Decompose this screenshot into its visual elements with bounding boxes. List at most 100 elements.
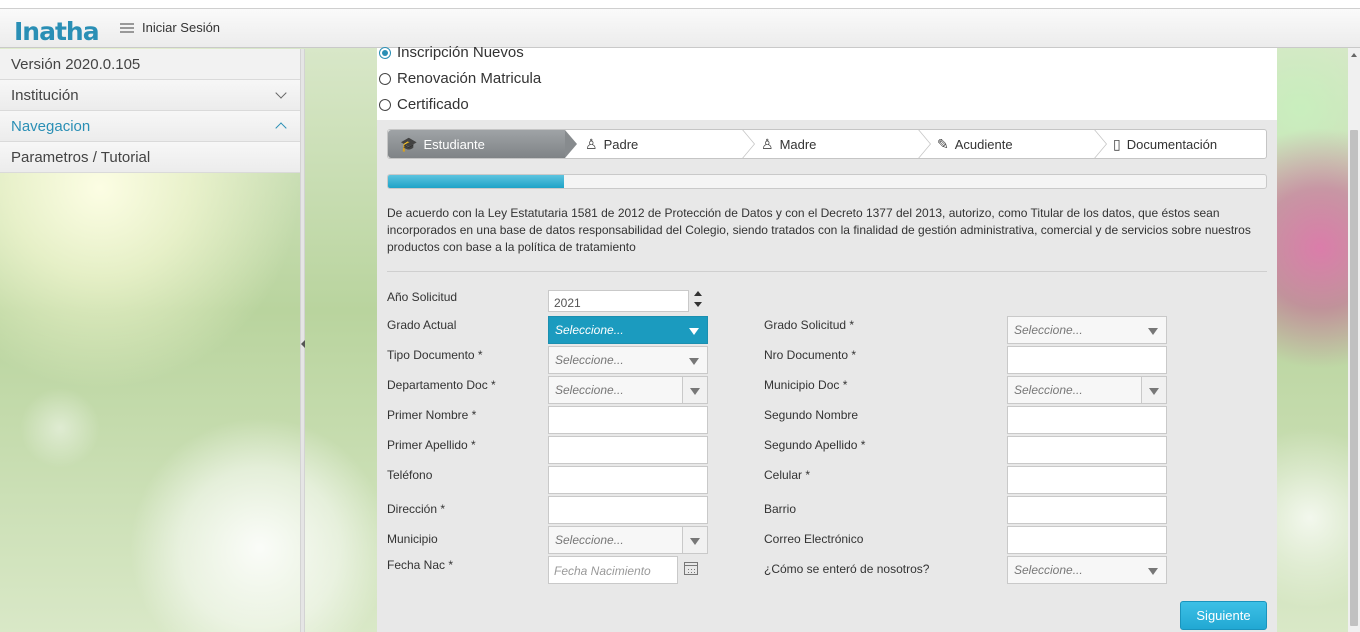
option-label: Inscripción Nuevos bbox=[397, 44, 524, 61]
dropdown-arrow-icon bbox=[1148, 568, 1158, 575]
tab-estudiante[interactable]: 🎓 Estudiante bbox=[388, 130, 577, 158]
dropdown-arrow-icon bbox=[1148, 328, 1158, 335]
step-divider bbox=[740, 130, 752, 158]
option-certificado[interactable]: Certificado bbox=[379, 96, 469, 113]
tipo-documento-label: Tipo Documento * bbox=[387, 348, 483, 362]
divider bbox=[387, 271, 1267, 272]
option-label: Renovación Matricula bbox=[397, 70, 542, 87]
option-renovacion-matricula[interactable]: Renovación Matricula bbox=[379, 70, 541, 87]
direccion-label: Dirección * bbox=[387, 502, 446, 516]
telefono-label: Teléfono bbox=[387, 468, 433, 482]
barrio-input[interactable] bbox=[1007, 496, 1167, 524]
scroll-up-arrow-icon[interactable] bbox=[1351, 53, 1357, 57]
grado-actual-label: Grado Actual bbox=[387, 318, 457, 332]
option-inscripcion-nuevos[interactable]: Inscripción Nuevos bbox=[379, 44, 524, 61]
radio-icon[interactable] bbox=[379, 98, 391, 111]
fecha-nac-label: Fecha Nac * bbox=[387, 558, 454, 572]
hamburger-icon[interactable] bbox=[120, 22, 134, 33]
app-logo[interactable]: Inatha bbox=[14, 19, 100, 44]
enrollment-type-group: Inscripción Nuevos Renovación Matricula … bbox=[377, 44, 1277, 120]
dropdown-arrow-icon bbox=[689, 328, 699, 335]
tab-madre[interactable]: ♙ Madre bbox=[741, 130, 917, 158]
progress-bar bbox=[387, 174, 1267, 189]
grado-solicitud-label: Grado Solicitud * bbox=[764, 318, 855, 332]
correo-label: Correo Electrónico bbox=[764, 532, 864, 546]
nro-documento-label: Nro Documento * bbox=[764, 348, 857, 362]
user-icon: ♙ bbox=[585, 135, 598, 152]
departamento-doc-select[interactable]: Seleccione... bbox=[548, 376, 708, 404]
fecha-nac-input[interactable]: Fecha Nacimiento bbox=[548, 556, 678, 584]
chevron-up-icon bbox=[275, 122, 287, 134]
collapse-arrow-icon[interactable] bbox=[301, 340, 305, 348]
barrio-label: Barrio bbox=[764, 502, 797, 516]
step-label: Padre bbox=[603, 136, 639, 152]
dropdown-arrow-icon bbox=[690, 538, 700, 545]
dropdown-arrow-icon bbox=[690, 388, 700, 395]
select-value: Seleccione... bbox=[1014, 323, 1083, 337]
dropdown-arrow-icon bbox=[1149, 388, 1159, 395]
sidebar-item-label: Parametros / Tutorial bbox=[11, 148, 151, 166]
segundo-nombre-label: Segundo Nombre bbox=[764, 408, 859, 422]
step-label: Estudiante bbox=[423, 136, 485, 152]
top-bar: Inatha Iniciar Sesión bbox=[0, 8, 1360, 48]
spin-down-icon bbox=[694, 302, 702, 307]
year-spinner[interactable] bbox=[694, 289, 704, 311]
nro-documento-input[interactable] bbox=[1007, 346, 1167, 374]
tipo-documento-select[interactable]: Seleccione... bbox=[548, 346, 708, 374]
celular-input[interactable] bbox=[1007, 466, 1167, 494]
select-value: Seleccione... bbox=[1014, 563, 1083, 577]
dropdown-arrow-icon bbox=[689, 358, 699, 365]
graduation-cap-icon: 🎓 bbox=[400, 135, 418, 152]
segundo-apellido-label: Segundo Apellido * bbox=[764, 438, 866, 452]
data-protection-notice: De acuerdo con la Ley Estatutaria 1581 d… bbox=[387, 206, 1251, 254]
option-label: Certificado bbox=[397, 96, 469, 113]
vertical-scrollbar[interactable] bbox=[1348, 48, 1360, 632]
step-divider bbox=[916, 130, 928, 158]
grado-solicitud-select[interactable]: Seleccione... bbox=[1007, 316, 1167, 344]
form-panel: 🎓 Estudiante ♙ Padre ♙ Madre ✎ Acudiente… bbox=[377, 120, 1277, 632]
primer-apellido-input[interactable] bbox=[548, 436, 708, 464]
select-value: Seleccione... bbox=[555, 383, 624, 397]
sidebar-splitter[interactable] bbox=[300, 49, 305, 632]
scroll-thumb[interactable] bbox=[1350, 130, 1358, 626]
wizard-steps: 🎓 Estudiante ♙ Padre ♙ Madre ✎ Acudiente… bbox=[387, 129, 1267, 159]
radio-checked-icon[interactable] bbox=[379, 46, 391, 59]
select-value: Seleccione... bbox=[555, 323, 624, 337]
login-link[interactable]: Iniciar Sesión bbox=[142, 20, 220, 35]
correo-input[interactable] bbox=[1007, 526, 1167, 554]
municipio-select[interactable]: Seleccione... bbox=[548, 526, 708, 554]
sidebar-item-label: Institución bbox=[11, 86, 79, 104]
segundo-apellido-input[interactable] bbox=[1007, 436, 1167, 464]
step-label: Acudiente bbox=[954, 136, 1013, 152]
grado-actual-select[interactable]: Seleccione... bbox=[548, 316, 708, 344]
step-divider bbox=[1092, 130, 1104, 158]
como-se-entero-label: ¿Cómo se enteró de nosotros? bbox=[764, 562, 930, 576]
direccion-input[interactable] bbox=[548, 496, 708, 524]
tab-documentacion[interactable]: ▯ Documentación bbox=[1093, 130, 1266, 158]
primer-nombre-input[interactable] bbox=[548, 406, 708, 434]
sidebar-item-navegacion[interactable]: Navegacion bbox=[0, 111, 300, 142]
segundo-nombre-input[interactable] bbox=[1007, 406, 1167, 434]
departamento-doc-label: Departamento Doc * bbox=[387, 378, 496, 392]
tab-padre[interactable]: ♙ Padre bbox=[565, 130, 741, 158]
sidebar: Versión 2020.0.105 Institución Navegacio… bbox=[0, 49, 300, 173]
municipio-label: Municipio bbox=[387, 532, 438, 546]
menu-toggle[interactable]: Iniciar Sesión bbox=[120, 20, 220, 35]
radio-icon[interactable] bbox=[379, 72, 391, 85]
municipio-doc-select[interactable]: Seleccione... bbox=[1007, 376, 1167, 404]
step-label: Madre bbox=[779, 136, 817, 152]
ano-solicitud-input[interactable]: 2021 bbox=[548, 290, 689, 312]
calendar-icon[interactable] bbox=[684, 562, 698, 575]
next-button[interactable]: Siguiente bbox=[1180, 601, 1267, 630]
tab-acudiente[interactable]: ✎ Acudiente bbox=[917, 130, 1093, 158]
sidebar-item-institucion[interactable]: Institución bbox=[0, 80, 300, 111]
celular-label: Celular * bbox=[764, 468, 811, 482]
como-se-entero-select[interactable]: Seleccione... bbox=[1007, 556, 1167, 584]
document-icon: ▯ bbox=[1113, 135, 1121, 152]
telefono-input[interactable] bbox=[548, 466, 708, 494]
top-strip bbox=[0, 0, 1360, 8]
sidebar-item-parametros-tutorial[interactable]: Parametros / Tutorial bbox=[0, 142, 300, 173]
primer-nombre-label: Primer Nombre * bbox=[387, 408, 477, 422]
pencil-icon: ✎ bbox=[937, 135, 949, 152]
primer-apellido-label: Primer Apellido * bbox=[387, 438, 476, 452]
